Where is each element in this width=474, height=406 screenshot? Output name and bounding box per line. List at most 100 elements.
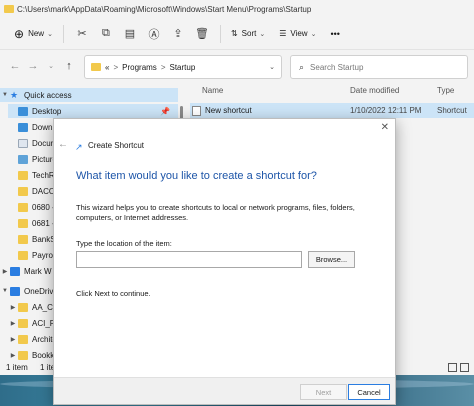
sidebar-item-label: Desktop <box>32 106 62 116</box>
chevron-right-icon: ▶ <box>10 352 16 359</box>
search-box[interactable]: ⌕ Search Startup <box>290 55 468 79</box>
desktop-icon <box>18 106 28 116</box>
sidebar-item-label: 0681 - <box>32 218 55 228</box>
location-input[interactable] <box>76 251 302 268</box>
folder-icon <box>18 318 28 328</box>
view-icon: ☰ <box>279 29 287 38</box>
sort-button[interactable]: ⇅ Sort ⌄ <box>227 23 269 45</box>
column-name[interactable]: Name <box>202 86 223 95</box>
column-type[interactable]: Type <box>437 86 454 95</box>
sort-label: Sort <box>241 29 257 38</box>
breadcrumb-overflow[interactable]: « <box>105 63 109 72</box>
sidebar-item-daco[interactable]: DACO <box>8 184 55 198</box>
user-icon <box>10 266 20 276</box>
recent-chevron-icon[interactable]: ⌄ <box>42 62 60 70</box>
sidebar-item-label: OneDriv <box>24 286 54 296</box>
sidebar-item-label: Docun <box>32 138 56 148</box>
continue-hint: Click Next to continue. <box>76 289 151 298</box>
close-icon[interactable]: ✕ <box>381 122 389 133</box>
file-row[interactable]: New shortcut 1/10/2022 12:11 PM Shortcut <box>190 103 474 118</box>
breadcrumb-separator: > <box>113 62 119 72</box>
breadcrumb-startup[interactable]: Startup <box>169 63 195 72</box>
details-view-icon[interactable] <box>448 363 457 372</box>
sidebar-item-techre[interactable]: TechRe <box>8 168 59 182</box>
address-bar[interactable]: « > Programs > Startup ⌄ <box>84 55 282 79</box>
sidebar-item-aa-co[interactable]: ▶ AA_Co <box>8 300 57 314</box>
pictures-icon <box>18 154 28 164</box>
plus-icon: ⊕ <box>14 26 25 41</box>
delete-icon[interactable]: 🗑 <box>190 23 214 45</box>
sidebar-item-payroll[interactable]: Payroll <box>8 248 56 262</box>
title-bar: C:\Users\mark\AppData\Roaming\Microsoft\… <box>0 0 474 18</box>
sidebar-item-label: 0680 - <box>32 202 55 212</box>
dialog-heading: What item would you like to create a sho… <box>76 170 317 182</box>
folder-icon <box>91 63 101 71</box>
view-button[interactable]: ☰ View ⌄ <box>275 23 320 45</box>
sidebar-item-0680[interactable]: 0680 - <box>8 200 55 214</box>
back-arrow-icon[interactable]: ← <box>58 139 68 150</box>
document-icon <box>18 138 28 148</box>
new-button[interactable]: ⊕ New ⌄ <box>10 23 57 45</box>
up-arrow-icon[interactable]: ↑ <box>60 60 78 72</box>
new-label: New <box>28 29 45 38</box>
folder-icon <box>18 202 28 212</box>
sidebar-item-0681[interactable]: 0681 - <box>8 216 55 230</box>
chevron-down-icon: ⌄ <box>47 30 53 38</box>
cut-icon[interactable]: ✂ <box>70 23 94 45</box>
sidebar-item-quick-access[interactable]: ▼ ★ Quick access <box>0 88 178 102</box>
create-shortcut-dialog: ✕ ← ↗ Create Shortcut What item would yo… <box>53 118 396 405</box>
copy-icon[interactable]: ⧉ <box>94 23 118 45</box>
folder-icon <box>4 5 14 13</box>
sidebar-item-mark-w[interactable]: ▶ Mark W <box>0 264 52 278</box>
pin-icon: 📌 <box>160 107 170 116</box>
star-icon: ★ <box>10 89 19 100</box>
chevron-down-icon: ▼ <box>2 92 8 98</box>
sidebar-item-desktop[interactable]: Desktop <box>8 104 178 118</box>
view-label: View <box>290 29 308 38</box>
sidebar-item-onedrive[interactable]: ▼ OneDriv <box>0 284 53 298</box>
item-count: 1 item <box>6 363 28 372</box>
share-icon[interactable]: ⇪ <box>166 23 190 45</box>
folder-icon <box>18 334 28 344</box>
sidebar-item-label: Quick access <box>24 90 72 100</box>
rename-icon[interactable]: Ⓐ <box>142 23 166 45</box>
browse-button[interactable]: Browse... <box>308 251 355 268</box>
download-icon <box>18 122 28 132</box>
dialog-footer: Next Cancel <box>54 377 395 404</box>
sidebar-item-label: Downl <box>32 122 55 132</box>
sidebar-item-pictures[interactable]: Picture <box>8 152 57 166</box>
paste-icon[interactable]: ▤ <box>118 23 142 45</box>
sidebar-item-archite[interactable]: ▶ Archite <box>8 332 57 346</box>
shortcut-file-icon <box>192 105 201 116</box>
chevron-right-icon: ▶ <box>10 320 16 327</box>
folder-icon <box>18 350 28 360</box>
chevron-right-icon: ▶ <box>10 304 16 311</box>
more-options-button[interactable]: ••• <box>326 23 343 45</box>
sidebar-item-banks[interactable]: BankS <box>8 232 56 246</box>
window-title: C:\Users\mark\AppData\Roaming\Microsoft\… <box>17 4 312 14</box>
chevron-down-icon: ⌄ <box>259 30 266 38</box>
forward-arrow-icon[interactable]: → <box>24 60 42 72</box>
tiles-view-icon[interactable] <box>460 363 469 372</box>
sidebar-item-label: DACO <box>32 186 56 196</box>
toolbar-divider <box>62 24 64 43</box>
dialog-description: This wizard helps you to create shortcut… <box>76 203 355 222</box>
sidebar-item-downloads[interactable]: Downl <box>8 120 54 134</box>
sidebar-item-aci-pr[interactable]: ▶ ACI_Pr <box>8 316 58 330</box>
chevron-right-icon: ▶ <box>2 268 8 275</box>
chevron-down-icon[interactable]: ⌄ <box>269 63 275 71</box>
back-arrow-icon[interactable]: ← <box>6 60 24 72</box>
sort-icon: ⇅ <box>230 29 238 38</box>
toolbar-divider <box>219 24 221 43</box>
next-button[interactable]: Next <box>300 384 347 400</box>
folder-icon <box>18 218 28 228</box>
column-headers: Name Date modified Type <box>190 84 474 100</box>
chevron-down-icon: ⌄ <box>310 30 317 38</box>
column-date-modified[interactable]: Date modified <box>350 86 399 95</box>
sidebar-item-label: Bookk <box>32 350 55 360</box>
command-bar: ⊕ New ⌄ ✂ ⧉ ▤ Ⓐ ⇪ 🗑 ⇅ Sort ⌄ ☰ View ⌄ ••… <box>0 18 474 50</box>
sidebar-item-documents[interactable]: Docun <box>8 136 55 150</box>
cancel-button[interactable]: Cancel <box>348 384 390 400</box>
location-label: Type the location of the item: <box>76 239 172 248</box>
breadcrumb-programs[interactable]: Programs <box>122 63 157 72</box>
